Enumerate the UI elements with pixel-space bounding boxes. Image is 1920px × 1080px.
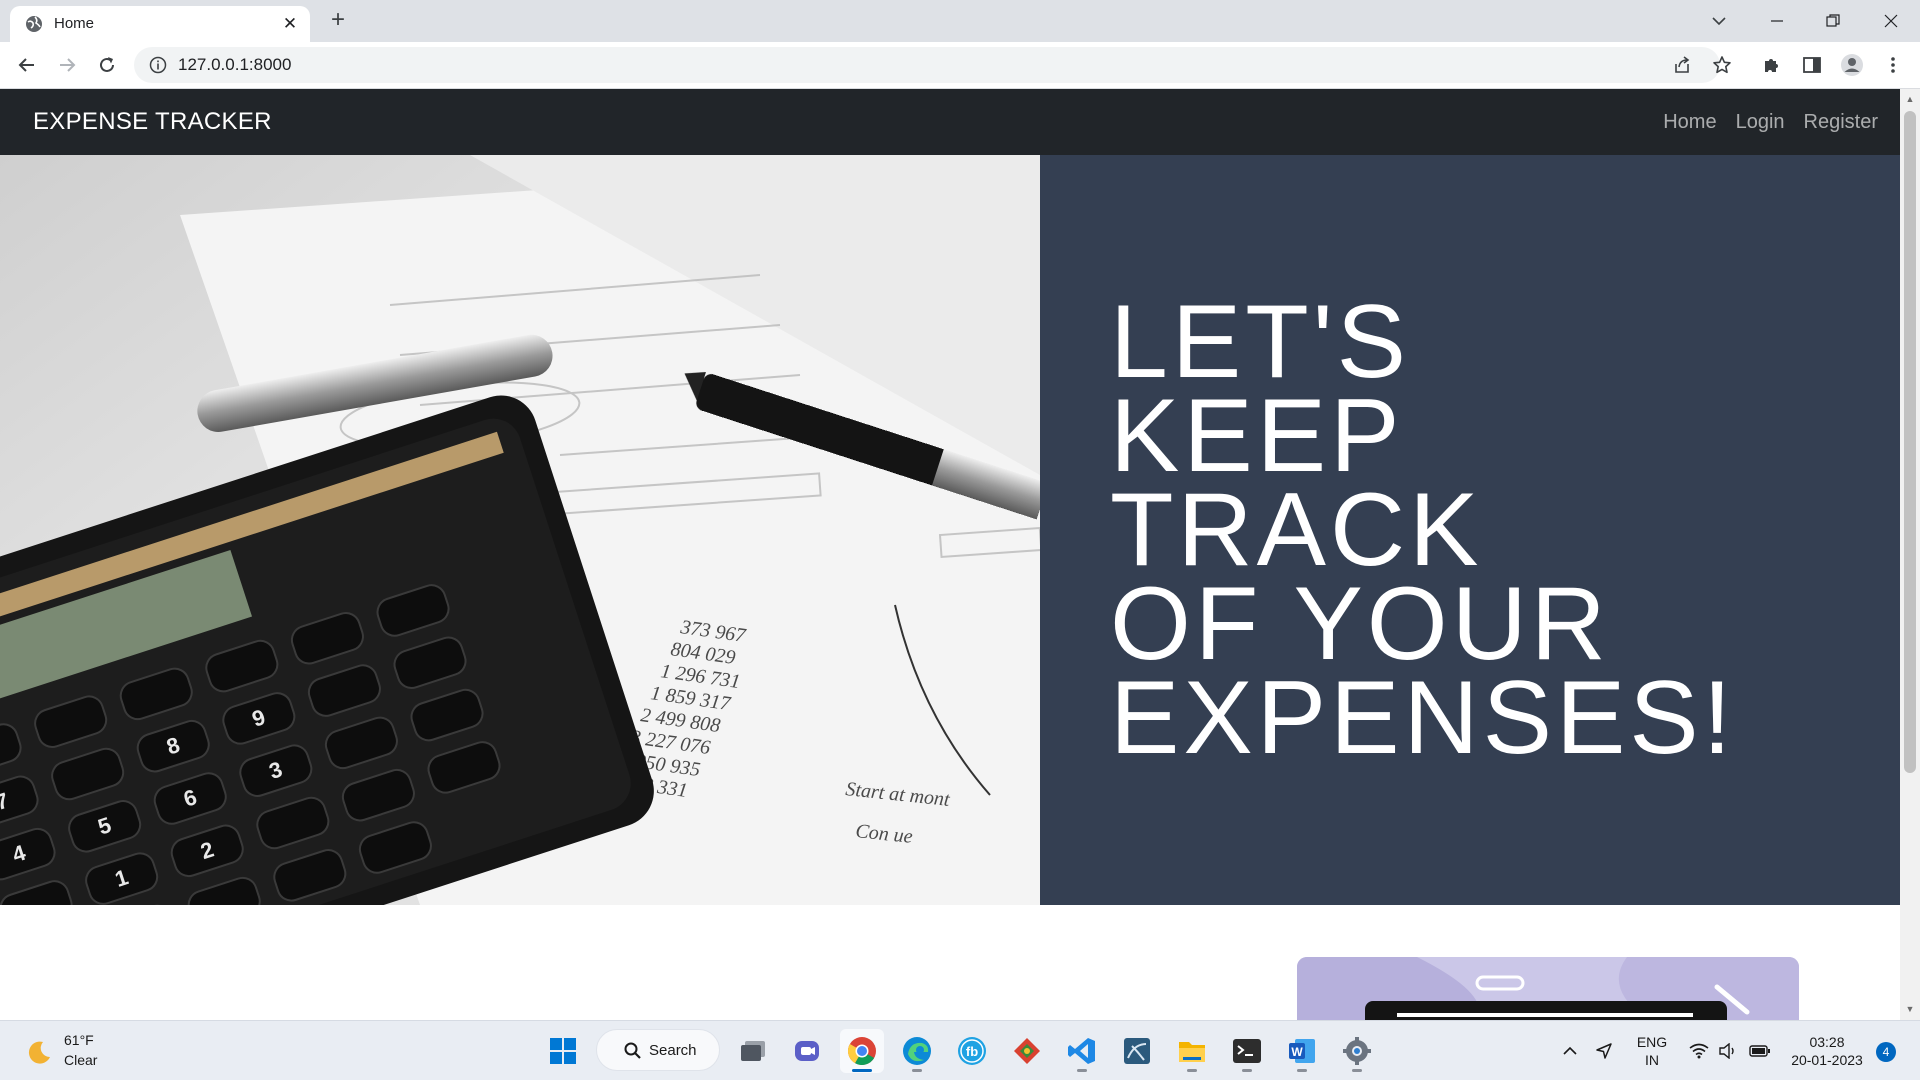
hero-heading-line: KEEP	[1110, 378, 1404, 494]
open-app-indicator	[1077, 1069, 1087, 1072]
input-language[interactable]: ENG IN	[1628, 1033, 1676, 1069]
taskbar-search-label: Search	[649, 1042, 697, 1059]
volume-icon[interactable]	[1714, 1029, 1742, 1073]
browser-tab-strip: Home ✕ +	[0, 0, 1920, 42]
open-app-indicator	[1242, 1069, 1252, 1072]
weather-widget[interactable]: 61°F Clear	[22, 1031, 142, 1071]
close-window-icon[interactable]	[1876, 6, 1906, 36]
terminal-icon[interactable]	[1225, 1029, 1269, 1073]
nav-links: Home Login Register	[1663, 111, 1878, 134]
address-bar[interactable]: 127.0.0.1:8000	[134, 47, 1720, 83]
laptop-illustration-icon	[1297, 957, 1799, 1020]
browser-toolbar: 127.0.0.1:8000	[0, 42, 1920, 89]
hero-text-panel: LET'S KEEP TRACK OF YOUR EXPENSES!	[1040, 155, 1900, 905]
notification-count-badge[interactable]: 4	[1876, 1042, 1896, 1062]
site-navbar: EXPENSE TRACKER Home Login Register	[0, 89, 1900, 155]
svg-text:fb: fb	[966, 1044, 978, 1059]
site-brand[interactable]: EXPENSE TRACKER	[33, 108, 272, 136]
calculator-photo-icon: 373 970 816 969 471 817 373 967 804 029 …	[0, 155, 1040, 905]
side-panel-icon[interactable]	[1800, 53, 1824, 77]
weather-temperature: 61°F	[64, 1032, 94, 1048]
restore-window-icon[interactable]	[1818, 6, 1848, 36]
task-view-icon[interactable]	[731, 1029, 775, 1073]
open-app-indicator	[1297, 1069, 1307, 1072]
tab-title: Home	[54, 15, 95, 32]
nav-link-register[interactable]: Register	[1804, 111, 1878, 134]
forward-arrow-icon[interactable]	[54, 52, 80, 78]
reload-icon[interactable]	[94, 52, 120, 78]
weather-condition: Clear	[64, 1052, 98, 1068]
tray-clock[interactable]: 03:28 20-01-2023	[1782, 1033, 1872, 1069]
bookmark-star-icon[interactable]	[1710, 53, 1734, 77]
promo-card-image	[1297, 957, 1799, 1020]
scroll-down-arrow-icon[interactable]: ▼	[1904, 1003, 1916, 1015]
hero-heading-line: EXPENSES!	[1110, 660, 1736, 776]
open-app-indicator	[1187, 1069, 1197, 1072]
minimize-window-icon[interactable]	[1762, 6, 1792, 36]
nav-link-home[interactable]: Home	[1663, 111, 1716, 134]
word-icon[interactable]: W	[1280, 1029, 1324, 1073]
tab-search-chevron-icon[interactable]	[1704, 6, 1734, 36]
globe-icon	[26, 16, 42, 32]
clock-date: 20-01-2023	[1791, 1052, 1863, 1068]
hero-heading-line: OF YOUR	[1110, 566, 1610, 682]
open-app-indicator	[1352, 1069, 1362, 1072]
edge-icon[interactable]	[895, 1029, 939, 1073]
browser-tab-home[interactable]: Home ✕	[10, 6, 310, 42]
sql-workbench-icon[interactable]	[1115, 1029, 1159, 1073]
teams-chat-icon[interactable]	[785, 1029, 829, 1073]
clock-time: 03:28	[1809, 1034, 1845, 1050]
hero-image: 373 970 816 969 471 817 373 967 804 029 …	[0, 155, 1040, 905]
share-icon[interactable]	[1670, 53, 1694, 77]
scrollbar-thumb[interactable]	[1904, 111, 1916, 773]
site-info-icon[interactable]	[149, 56, 167, 74]
settings-gear-icon[interactable]	[1335, 1029, 1379, 1073]
chrome-icon[interactable]	[840, 1029, 884, 1073]
search-icon	[624, 1042, 641, 1059]
file-explorer-icon[interactable]	[1170, 1029, 1214, 1073]
extensions-puzzle-icon[interactable]	[1760, 53, 1784, 77]
nav-link-login[interactable]: Login	[1736, 111, 1785, 134]
hero-heading-line: LET'S	[1110, 284, 1410, 400]
vscode-icon[interactable]	[1060, 1029, 1104, 1073]
new-tab-icon[interactable]: +	[326, 8, 350, 33]
hero-heading: LET'S KEEP TRACK OF YOUR EXPENSES!	[1110, 284, 1890, 776]
address-url[interactable]: 127.0.0.1:8000	[178, 56, 291, 74]
page-scrollbar[interactable]: ▲ ▼	[1900, 89, 1920, 1020]
tray-overflow-chevron-icon[interactable]	[1556, 1029, 1584, 1073]
back-arrow-icon[interactable]	[14, 52, 40, 78]
facebook-app-icon[interactable]: fb	[950, 1029, 994, 1073]
profile-avatar-icon[interactable]	[1840, 53, 1864, 77]
active-app-indicator	[852, 1069, 872, 1072]
location-arrow-icon[interactable]	[1590, 1029, 1618, 1073]
svg-text:W: W	[1291, 1045, 1303, 1059]
open-app-indicator	[912, 1069, 922, 1072]
tab-close-icon[interactable]: ✕	[280, 14, 300, 34]
windows-taskbar: 61°F Clear Search fb W ENG IN 03:28 20-0…	[0, 1020, 1920, 1080]
browser-menu-icon[interactable]	[1881, 53, 1905, 77]
moon-icon	[28, 1041, 50, 1064]
region-code: IN	[1645, 1052, 1659, 1068]
scroll-up-arrow-icon[interactable]: ▲	[1904, 93, 1916, 105]
taskbar-search[interactable]: Search	[596, 1029, 720, 1071]
battery-icon[interactable]	[1745, 1029, 1775, 1073]
language-code: ENG	[1636, 1034, 1668, 1050]
hero-heading-line: TRACK	[1110, 472, 1483, 588]
git-gui-icon[interactable]	[1005, 1029, 1049, 1073]
page-viewport: EXPENSE TRACKER Home Login Register 373 …	[0, 89, 1920, 1020]
wifi-icon[interactable]	[1685, 1029, 1713, 1073]
windows-start-icon[interactable]	[541, 1029, 585, 1073]
